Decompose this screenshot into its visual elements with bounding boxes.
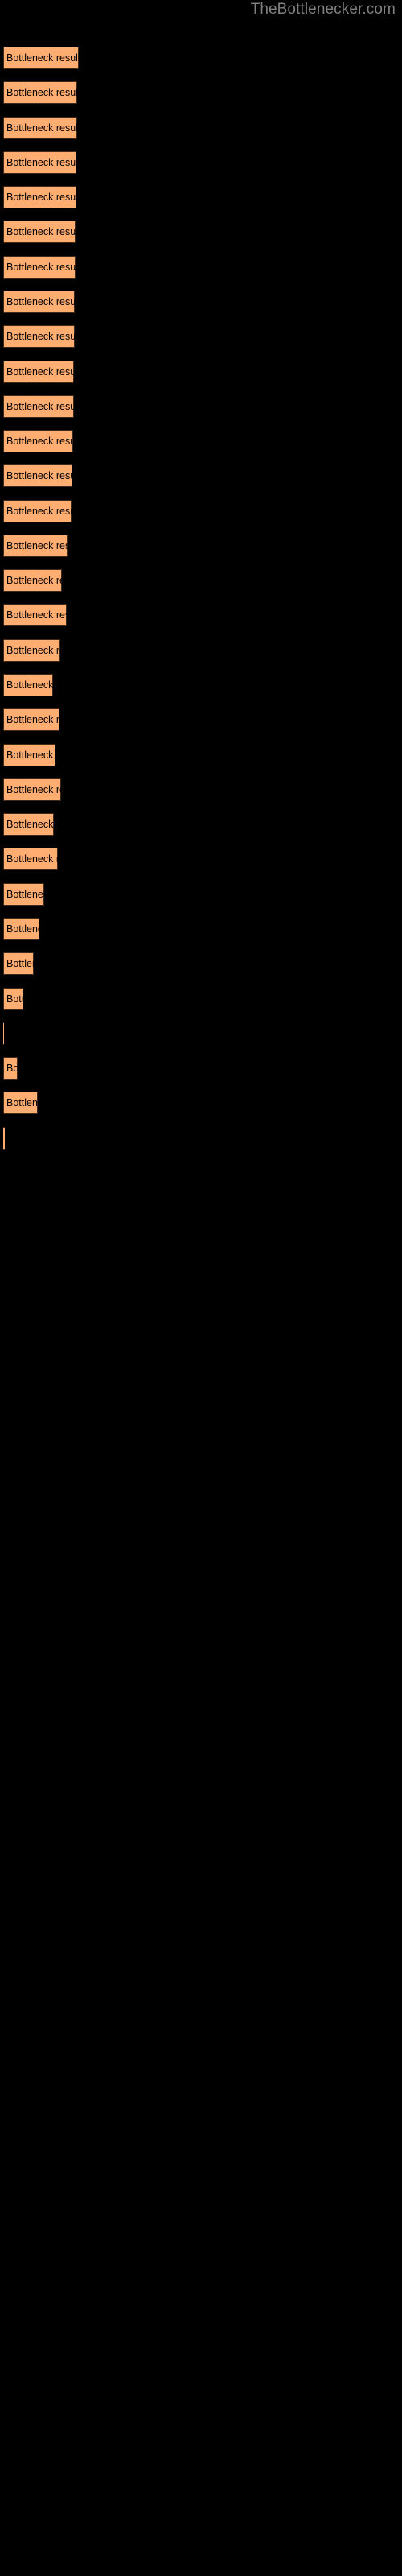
- chart-bar-label-clip: Bottleneck result: [3, 430, 73, 452]
- chart-bar-label-clip: Bottleneck result: [3, 848, 58, 870]
- chart-bar-row: Bottleneck result: [0, 1092, 402, 1114]
- chart-bar-row: Bottleneck result: [0, 988, 402, 1010]
- chart-bar-label: Bottleneck result: [6, 1063, 18, 1074]
- chart-bar-label: Bottleneck result: [6, 470, 72, 481]
- chart-bar-label-clip: Bottleneck result: [3, 778, 61, 801]
- chart-bar-label-clip: Bottleneck result: [3, 883, 44, 906]
- chart-bar-label: Bottleneck result: [6, 1097, 38, 1108]
- chart-bar-label-clip: Bottleneck result: [3, 395, 74, 418]
- chart-bar-label: Bottleneck result: [6, 436, 73, 447]
- chart-bar-label-clip: Bottleneck result: [3, 464, 72, 487]
- chart-bar-label-clip: Bottleneck result: [3, 81, 77, 104]
- chart-bar-label: Bottleneck result: [6, 749, 55, 761]
- chart-bar-row: Bottleneck result: [0, 1162, 402, 1184]
- chart-bar-row: Bottleneck result: [0, 47, 402, 69]
- chart-bar-label: Bottleneck result: [6, 87, 77, 98]
- chart-bar-row: Bottleneck result: [0, 708, 402, 731]
- chart-bar-label: Bottleneck result: [6, 714, 59, 725]
- chart-bar-label-clip: Bottleneck result: [3, 47, 79, 69]
- chart-bar-label: Bottleneck result: [6, 645, 60, 656]
- chart-bar-row: Bottleneck result: [0, 1127, 402, 1150]
- chart-bar-label-clip: Bottleneck result: [3, 291, 75, 313]
- chart-bar-row: Bottleneck result: [0, 325, 402, 348]
- chart-bar-label-clip: Bottleneck result: [3, 186, 76, 208]
- chart-bar-row: Bottleneck result: [0, 291, 402, 313]
- bottleneck-chart: TheBottlenecker.com Bottleneck result Bot…: [0, 0, 402, 2576]
- chart-bar-row: Bottleneck result: [0, 464, 402, 487]
- chart-plot-area: Bottleneck result Bottleneck result Bottle…: [0, 0, 402, 2576]
- chart-bar-row: Bottleneck result: [0, 883, 402, 906]
- chart-bar-label: Bottleneck result: [6, 679, 53, 691]
- chart-bar-label: Bottleneck result: [6, 262, 76, 273]
- chart-bar-label-clip: Bottleneck result: [3, 361, 74, 383]
- chart-bar-row: Bottleneck result: [0, 918, 402, 940]
- chart-bar-label-clip: Bottleneck result: [3, 569, 62, 592]
- chart-bar-label: Bottleneck result: [6, 889, 44, 900]
- chart-bar-row: Bottleneck result: [0, 744, 402, 766]
- chart-bar-row: Bottleneck result: [0, 604, 402, 626]
- chart-bar-label-clip: Bottleneck result: [3, 639, 60, 662]
- chart-bar-row: Bottleneck result: [0, 778, 402, 801]
- chart-bar-row: Bottleneck result: [0, 430, 402, 452]
- chart-bar-row: Bottleneck result: [0, 639, 402, 662]
- chart-bar-row: Bottleneck result: [0, 500, 402, 522]
- chart-bar-label: Bottleneck result: [6, 331, 75, 342]
- chart-bar-label: Bottleneck result: [6, 993, 23, 1005]
- chart-bar-label-clip: Bottleneck result: [3, 221, 76, 243]
- chart-bar-label-clip: Bottleneck result: [3, 952, 34, 975]
- chart-bar-row: Bottleneck result: [0, 151, 402, 174]
- chart-bar-row: Bottleneck result: [0, 848, 402, 870]
- chart-bar-label: Bottleneck result: [6, 52, 79, 64]
- chart-bar-label: Bottleneck result: [6, 853, 58, 865]
- chart-bar-label-clip: Bottleneck result: [3, 535, 68, 557]
- chart-bar-row: Bottleneck result: [0, 361, 402, 383]
- chart-bar-label: Bottleneck result: [6, 122, 77, 134]
- chart-bar-label: Bottleneck result: [6, 540, 68, 551]
- chart-bar-label-clip: Bottleneck result: [3, 988, 23, 1010]
- chart-bar-row: Bottleneck result: [0, 952, 402, 975]
- chart-bar-label: Bottleneck result: [6, 296, 75, 308]
- chart-bar-label-clip: Bottleneck result: [3, 674, 53, 696]
- chart-bar-row: Bottleneck result: [0, 535, 402, 557]
- chart-bar-label-clip: Bottleneck result: [3, 1127, 5, 1150]
- chart-bar-row: Bottleneck result: [0, 674, 402, 696]
- chart-bar-label-clip: Bottleneck result: [3, 325, 75, 348]
- chart-bar-label-clip: Bottleneck result: [3, 1092, 38, 1114]
- chart-bar-label-clip: Bottleneck result: [3, 813, 54, 836]
- chart-bar-label: Bottleneck result: [6, 958, 34, 969]
- chart-bar-label: Bottleneck result: [6, 366, 74, 378]
- chart-bar-row: Bottleneck result: [0, 1057, 402, 1080]
- chart-bar-label: Bottleneck result: [6, 226, 76, 237]
- chart-bar-row: Bottleneck result: [0, 569, 402, 592]
- chart-bar-label: Bottleneck result: [6, 192, 76, 203]
- chart-bar-label: Bottleneck result: [6, 923, 39, 935]
- chart-bar-label: Bottleneck result: [6, 157, 76, 168]
- chart-bar-label-clip: Bottleneck result: [3, 604, 67, 626]
- chart-bar-label-clip: Bottleneck result: [3, 744, 55, 766]
- chart-bar-label-clip: Bottleneck result: [3, 500, 72, 522]
- chart-bar-row: Bottleneck result: [0, 1022, 402, 1045]
- chart-bar-label-clip: Bottleneck result: [3, 1057, 18, 1080]
- chart-bar-label-clip: Bottleneck result: [3, 151, 76, 174]
- chart-bar-row: Bottleneck result: [0, 117, 402, 139]
- chart-bar-label: Bottleneck result: [6, 819, 54, 830]
- chart-bar-row: Bottleneck result: [0, 813, 402, 836]
- chart-bar-row: Bottleneck result: [0, 256, 402, 279]
- chart-bar-label: Bottleneck result: [6, 784, 61, 795]
- chart-bar-label-clip: Bottleneck result: [3, 708, 59, 731]
- chart-bar-row: Bottleneck result: [0, 81, 402, 104]
- chart-bar-label-clip: Bottleneck result: [3, 117, 77, 139]
- chart-bar-label-clip: Bottleneck result: [3, 256, 76, 279]
- chart-bar-label: Bottleneck result: [6, 575, 62, 586]
- chart-bar-label: Bottleneck result: [6, 401, 74, 412]
- chart-bar-row: Bottleneck result: [0, 186, 402, 208]
- chart-bar-label-clip: Bottleneck result: [3, 1022, 4, 1045]
- chart-bar-label: Bottleneck result: [6, 609, 67, 621]
- chart-bar-row: Bottleneck result: [0, 221, 402, 243]
- chart-bar-label-clip: Bottleneck result: [3, 918, 39, 940]
- chart-bar-row: Bottleneck result: [0, 395, 402, 418]
- chart-bar-label: Bottleneck result: [6, 506, 72, 517]
